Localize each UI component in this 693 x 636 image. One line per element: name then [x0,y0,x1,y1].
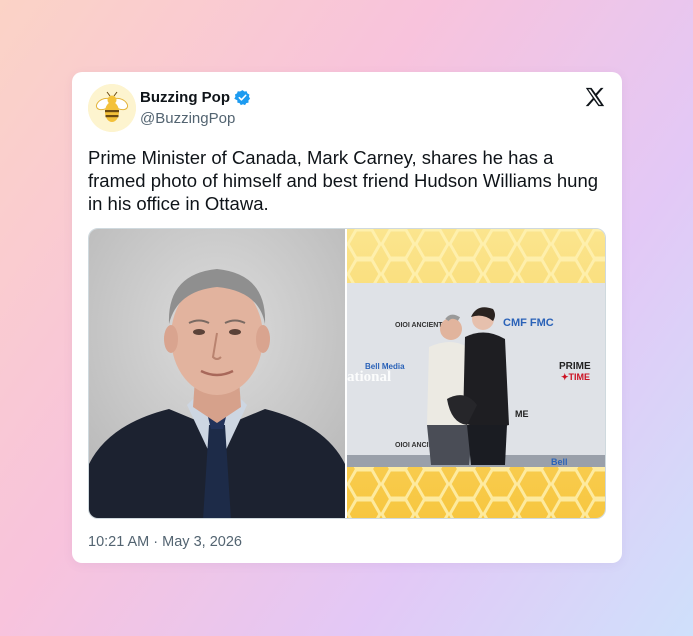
photo-press-wall[interactable]: OIOI ANCIENT CMF FMC PRIME ✦TIME Bell Me… [347,229,605,518]
logo-cmf: CMF FMC [503,317,554,329]
media-grid[interactable]: OIOI ANCIENT CMF FMC PRIME ✦TIME Bell Me… [88,228,606,519]
handle[interactable]: @BuzzingPop [140,110,235,127]
x-logo-icon[interactable] [584,86,606,108]
press-wall-image: OIOI ANCIENT CMF FMC PRIME ✦TIME Bell Me… [347,229,605,518]
svg-text:OIOI ANCIENT: OIOI ANCIENT [395,322,443,329]
photo-portrait[interactable] [89,229,347,518]
svg-text:✦TIME: ✦TIME [561,372,590,382]
portrait-image [89,229,345,518]
verified-badge-icon [234,90,251,106]
svg-text:Bell: Bell [551,457,568,467]
timestamp[interactable]: 10:21 AM · May 3, 2026 [88,534,242,550]
svg-text:ational: ational [347,369,391,385]
svg-text:ME: ME [515,409,529,419]
author-row: Buzzing Pop [140,89,251,106]
avatar[interactable] [88,84,136,132]
tweet-text: Prime Minister of Canada, Mark Carney, s… [88,147,599,214]
bee-icon [88,84,136,132]
svg-text:PRIME: PRIME [559,361,591,372]
display-name[interactable]: Buzzing Pop [140,89,230,106]
tweet-card[interactable]: Buzzing Pop @BuzzingPop Prime Minister o… [72,72,622,563]
